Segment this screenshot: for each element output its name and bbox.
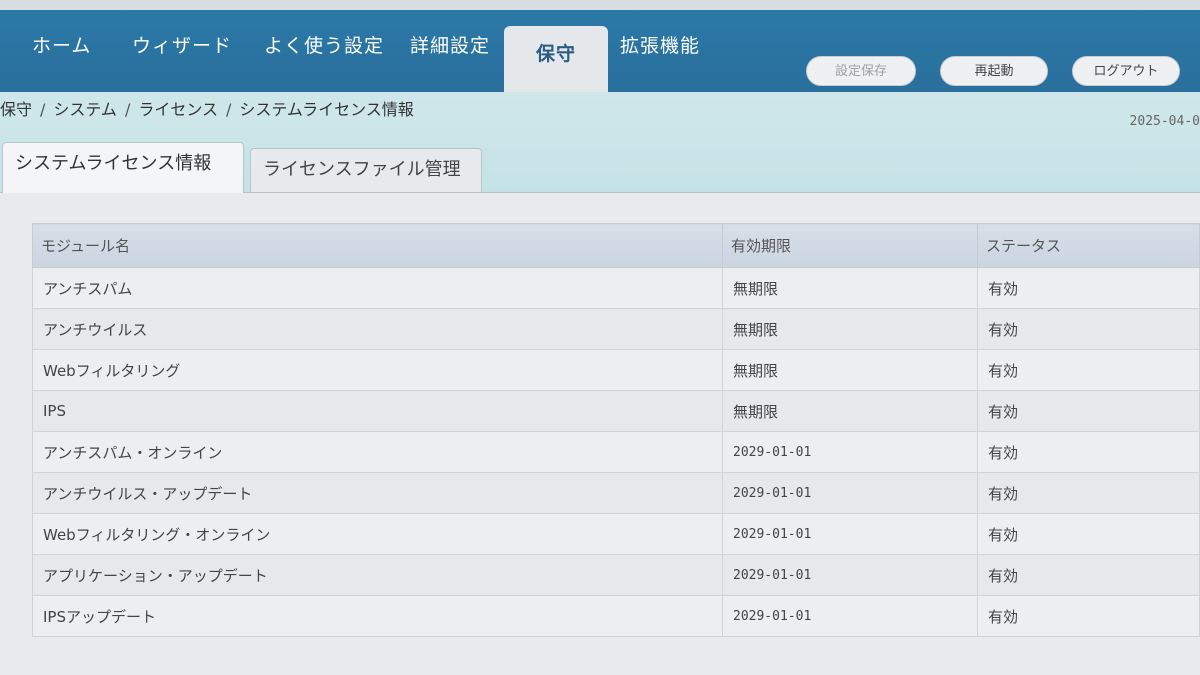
cell-expiry: 無期限 — [722, 308, 978, 350]
content-area: モジュール名 有効期限 ステータス アンチスパム 無期限 有効 アンチウイルス … — [0, 192, 1200, 675]
breadcrumb-separator: / — [124, 100, 131, 119]
cell-module: アンチスパム・オンライン — [32, 431, 723, 473]
cell-expiry: 2029-01-01 — [722, 431, 978, 473]
breadcrumb: 保守 / システム / ライセンス / システムライセンス情報 — [0, 96, 414, 120]
table-row: Webフィルタリング 無期限 有効 — [32, 349, 1200, 391]
cell-status: 有効 — [977, 513, 1200, 555]
cell-expiry: 2029-01-01 — [722, 513, 978, 555]
restart-button[interactable]: 再起動 — [940, 56, 1048, 86]
license-table: モジュール名 有効期限 ステータス アンチスパム 無期限 有効 アンチウイルス … — [32, 223, 1200, 637]
cell-module: アプリケーション・アップデート — [32, 554, 723, 596]
save-settings-button[interactable]: 設定保存 — [806, 56, 916, 86]
cell-module: Webフィルタリング — [32, 349, 723, 391]
nav-extensions[interactable]: 拡張機能 — [620, 26, 700, 66]
cell-expiry: 無期限 — [722, 349, 978, 391]
nav-advanced-settings[interactable]: 詳細設定 — [410, 26, 490, 66]
cell-status: 有効 — [977, 308, 1200, 350]
tab-system-license-info[interactable]: システムライセンス情報 — [2, 142, 244, 193]
logout-button[interactable]: ログアウト — [1072, 56, 1180, 86]
cell-expiry: 無期限 — [722, 267, 978, 309]
cell-status: 有効 — [977, 431, 1200, 473]
column-header-status: ステータス — [977, 223, 1200, 268]
nav-home[interactable]: ホーム — [32, 26, 91, 66]
breadcrumb-item-current: システムライセンス情報 — [239, 100, 414, 119]
breadcrumb-item-license[interactable]: ライセンス — [138, 100, 218, 119]
breadcrumb-separator: / — [40, 100, 46, 119]
breadcrumb-item-system[interactable]: システム — [53, 100, 117, 119]
breadcrumb-separator: / — [226, 100, 232, 119]
nav-common-settings[interactable]: よく使う設定 — [264, 26, 384, 66]
cell-status: 有効 — [977, 554, 1200, 596]
nav-wizard[interactable]: ウィザード — [132, 26, 232, 66]
cell-status: 有効 — [977, 390, 1200, 432]
cell-module: アンチウイルス — [32, 308, 723, 350]
cell-status: 有効 — [977, 595, 1200, 637]
cell-status: 有効 — [977, 267, 1200, 309]
table-row: IPS 無期限 有効 — [32, 390, 1200, 432]
current-date: 2025-04-0 — [1129, 114, 1200, 129]
cell-status: 有効 — [977, 472, 1200, 514]
window-strip — [0, 0, 1200, 10]
table-row: アンチウイルス・アップデート 2029-01-01 有効 — [32, 472, 1200, 514]
cell-module: IPS — [32, 390, 723, 432]
nav-maintenance[interactable]: 保守 — [504, 26, 608, 92]
cell-expiry: 2029-01-01 — [722, 472, 978, 514]
cell-expiry: 無期限 — [722, 390, 978, 432]
top-navigation: ホーム ウィザード よく使う設定 詳細設定 保守 拡張機能 設定保存 再起動 ロ… — [0, 0, 1200, 92]
cell-expiry: 2029-01-01 — [722, 554, 978, 596]
cell-module: Webフィルタリング・オンライン — [32, 513, 723, 555]
table-row: アプリケーション・アップデート 2029-01-01 有効 — [32, 554, 1200, 596]
table-row: アンチスパム 無期限 有効 — [32, 267, 1200, 309]
cell-module: アンチスパム — [32, 267, 723, 309]
table-row: アンチスパム・オンライン 2029-01-01 有効 — [32, 431, 1200, 473]
table-row: Webフィルタリング・オンライン 2029-01-01 有効 — [32, 513, 1200, 555]
cell-module: IPSアップデート — [32, 595, 723, 637]
column-header-module: モジュール名 — [32, 223, 723, 268]
tab-license-file-management[interactable]: ライセンスファイル管理 — [250, 148, 482, 192]
table-row: IPSアップデート 2029-01-01 有効 — [32, 595, 1200, 637]
table-header-row: モジュール名 有効期限 ステータス — [32, 223, 1200, 268]
cell-expiry: 2029-01-01 — [722, 595, 978, 637]
table-row: アンチウイルス 無期限 有効 — [32, 308, 1200, 350]
column-header-expiry: 有効期限 — [722, 223, 978, 268]
breadcrumb-item-maintenance[interactable]: 保守 — [0, 100, 32, 119]
cell-status: 有効 — [977, 349, 1200, 391]
cell-module: アンチウイルス・アップデート — [32, 472, 723, 514]
